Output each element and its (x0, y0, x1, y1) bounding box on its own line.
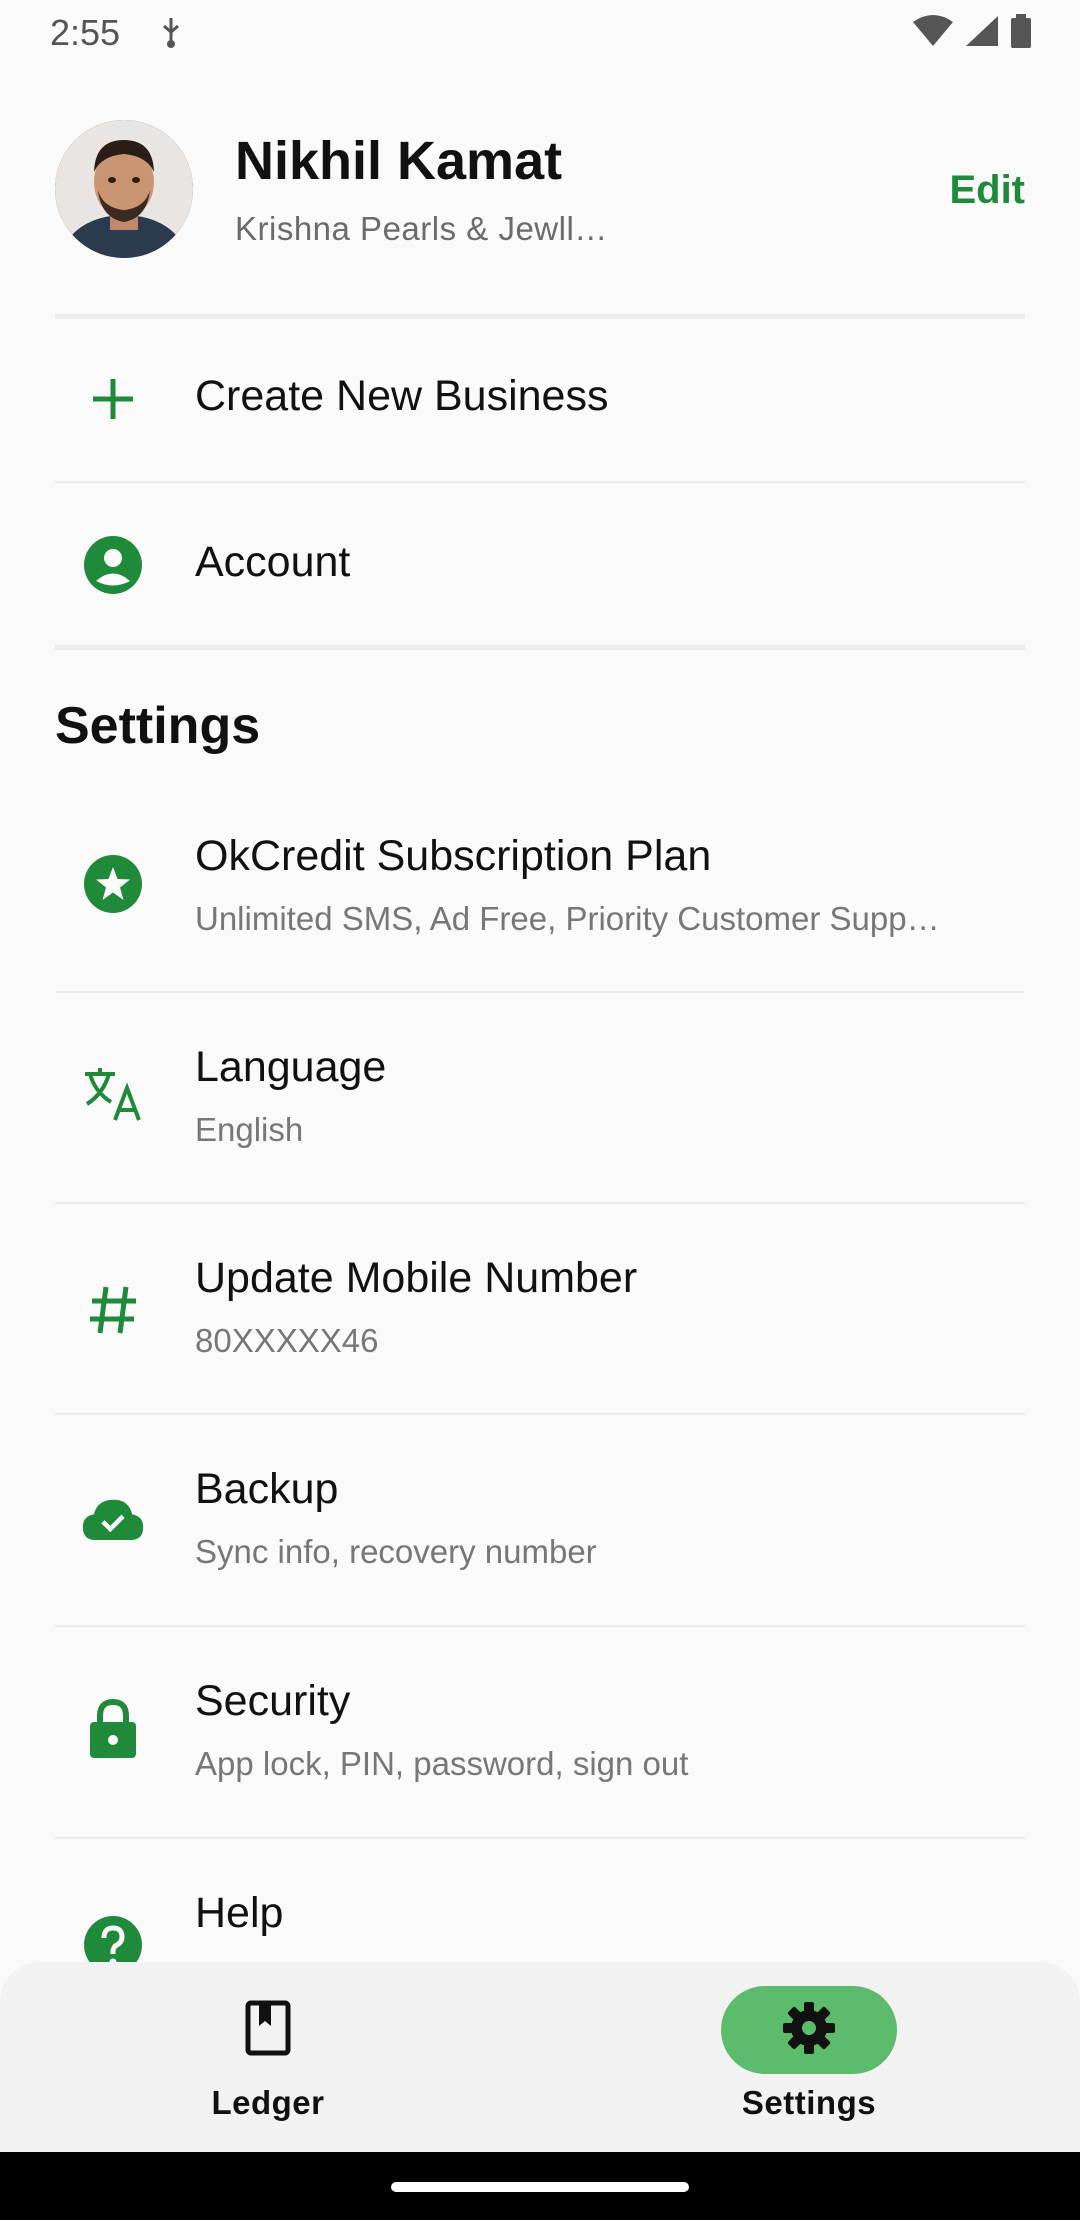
settings-item-subtitle: Sync info, recovery number (195, 1533, 597, 1570)
create-new-business-label: Create New Business (195, 372, 609, 420)
settings-item-subtitle: 80XXXXX46 (195, 1322, 379, 1359)
settings-item-subtitle: Unlimited SMS, Ad Free, Priority Custome… (195, 900, 940, 937)
ledger-book-icon (245, 2000, 291, 2061)
bottom-navigation: Ledger Settings (0, 1962, 1080, 2152)
status-time: 2:55 (50, 12, 121, 53)
home-gesture-handle[interactable] (391, 2182, 689, 2192)
nav-active-indicator (721, 1986, 897, 2074)
settings-item-subscription[interactable]: OkCredit Subscription Plan Unlimited SMS… (55, 800, 1025, 990)
settings-item-subtitle: App lock, PIN, password, sign out (195, 1745, 689, 1782)
translate-icon (81, 1061, 145, 1125)
settings-item-subtitle: English (195, 1111, 304, 1148)
status-icons (912, 14, 1032, 53)
hash-icon (81, 1278, 145, 1342)
help-icon (81, 1913, 145, 1962)
system-navigation-bar (0, 2152, 1080, 2220)
settings-item-title: Language (195, 1043, 387, 1091)
business-name: Krishna Pearls & Jewll… (235, 210, 608, 247)
nav-label-ledger: Ledger (211, 2084, 325, 2121)
profile-name: Nikhil Kamat (235, 131, 563, 191)
divider (55, 645, 1025, 650)
settings-gear-icon (782, 2001, 836, 2060)
settings-item-update-mobile[interactable]: Update Mobile Number 80XXXXX46 (55, 1204, 1025, 1412)
avatar[interactable] (55, 120, 193, 258)
edit-button[interactable]: Edit (949, 168, 1025, 213)
settings-item-title: Security (195, 1677, 351, 1725)
nav-item-settings[interactable]: Settings (661, 1962, 961, 2152)
star-badge-icon (81, 852, 145, 916)
signal-icon (964, 14, 1000, 53)
account-button[interactable]: Account (55, 484, 1025, 646)
settings-heading: Settings (55, 697, 261, 755)
nav-icon-container (180, 1986, 356, 2074)
plus-icon (81, 367, 145, 431)
usb-icon (158, 16, 184, 55)
settings-item-help[interactable]: Help (55, 1839, 1025, 1962)
cloud-check-icon (81, 1487, 145, 1551)
settings-item-language[interactable]: Language English (55, 993, 1025, 1201)
wifi-icon (912, 14, 954, 53)
status-bar: 2:55 (0, 0, 1080, 66)
divider (55, 481, 1025, 483)
profile-header[interactable]: Nikhil Kamat Krishna Pearls & Jewll… Edi… (55, 120, 1025, 260)
account-circle-icon (81, 533, 145, 597)
divider (55, 314, 1025, 319)
nav-item-ledger[interactable]: Ledger (120, 1962, 420, 2152)
battery-icon (1010, 14, 1032, 53)
account-label: Account (195, 538, 351, 586)
settings-item-title: Help (195, 1889, 284, 1937)
settings-item-title: Backup (195, 1465, 339, 1513)
settings-item-title: OkCredit Subscription Plan (195, 832, 712, 880)
create-new-business-button[interactable]: Create New Business (55, 322, 1025, 480)
lock-icon (81, 1697, 145, 1761)
settings-item-backup[interactable]: Backup Sync info, recovery number (55, 1415, 1025, 1623)
settings-item-security[interactable]: Security App lock, PIN, password, sign o… (55, 1627, 1025, 1835)
nav-label-settings: Settings (741, 2084, 877, 2121)
settings-item-title: Update Mobile Number (195, 1254, 638, 1302)
